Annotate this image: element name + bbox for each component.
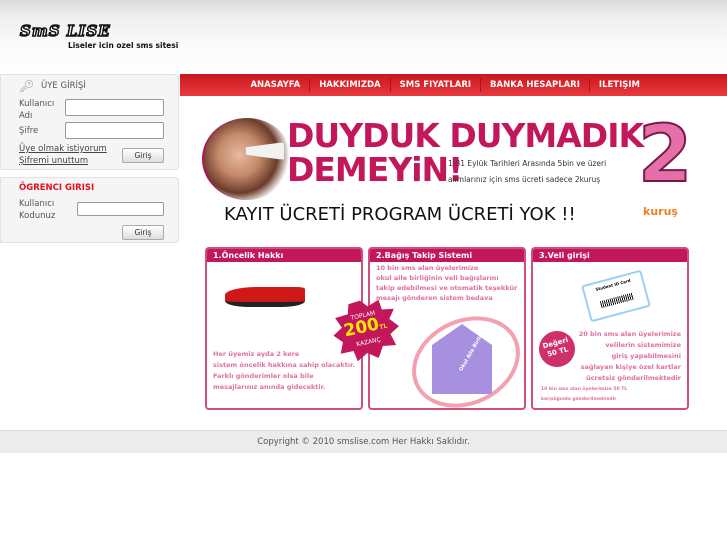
username-label: Kullanıcı Adı [19, 99, 55, 121]
student-login-button[interactable]: Giriş [122, 225, 164, 240]
banner-tagline: KAYIT ÜCRETİ PROGRAM ÜCRETİ YOK !! [224, 204, 576, 225]
card-note-line: karşılığında gönderilmektedir [541, 397, 617, 402]
register-link[interactable]: Üye olmak istiyorum [19, 144, 107, 154]
nav-sms-fiyatlari[interactable]: SMS FIYATLARI [389, 78, 480, 92]
card-text-line: velilerin sistemimize [605, 341, 681, 349]
tagline: Liseler icin ozel sms sitesi [68, 41, 179, 50]
username-input[interactable] [65, 99, 164, 116]
code-input[interactable] [77, 202, 164, 216]
member-login-title: ÜYE GİRİŞİ [41, 81, 86, 91]
badge-unit: TL [378, 322, 389, 332]
password-label: Şifre [19, 126, 39, 136]
id-card-label: Student ID Card [594, 277, 632, 292]
promo-banner: DUYDUK DUYMADIK DEMEYiN! 1-31 Eylük Tari… [200, 110, 693, 235]
card-text-line: ücretsiz gönderilmektedir [586, 374, 681, 382]
card-text-line: mesajı gönderen sistem bedava [376, 294, 493, 302]
student-login-box: ÖGRENCI GIRISI Kullanıcı Kodunuz Giriş [0, 177, 179, 243]
race-car-image [225, 287, 305, 307]
banner-sub-2: alımlarınız için sms ücreti sadece 2kuru… [448, 175, 601, 184]
card-text-line: okul aile birliğinin veli bağışlarını [376, 274, 499, 282]
card-title: 2.Bağış Takip Sistemi [370, 249, 524, 262]
student-login-title: ÖGRENCI GIRISI [19, 183, 95, 193]
id-card-image: Student ID Card [581, 269, 651, 323]
key-icon: 🔑︎ [19, 79, 35, 93]
card-text-line: mesajlarınız anında gidecektir. [213, 383, 326, 391]
footer-copyright: Copyright © 2010 smslise.com Her Hakkı S… [0, 430, 727, 453]
headline-1: DUYDUK DUYMADIK [287, 116, 644, 155]
card-text-line: 20 bin sms alan üyelerimize [578, 330, 681, 338]
forgot-password-link[interactable]: Şifremi unuttum [19, 156, 88, 166]
banner-sub-1: 1-31 Eylük Tarihleri Arasında 5bin ve üz… [448, 159, 607, 168]
card-title: 3.Veli girişi [533, 249, 687, 262]
logo[interactable]: SmS LISE [19, 21, 111, 41]
member-login-button[interactable]: Giriş [122, 148, 164, 163]
member-login-box: 🔑︎ ÜYE GİRİŞİ Kullanıcı Adı Şifre Üye ol… [0, 74, 179, 170]
main-nav: ANASAYFA HAKKIMIZDA SMS FIYATLARI BANKA … [180, 74, 727, 96]
value-badge: Değeri 50 TL [534, 326, 580, 372]
nav-hakkimizda[interactable]: HAKKIMIZDA [309, 78, 389, 92]
card-text-line: giriş yapabilmesini [611, 352, 681, 360]
card-text-line: 10 bin sms alan üyelerimize [376, 264, 479, 272]
headline-2: DEMEYiN! [287, 150, 463, 189]
card-text-line: Her üyemiz ayda 2 kere [213, 350, 300, 358]
header: SmS LISE Liseler icin ozel sms sitesi [0, 0, 727, 73]
big-unit: kuruş [643, 205, 678, 218]
card-note-line: 10 bin sms alan üyelerimize 50 TL [541, 387, 628, 392]
nav-anasayfa[interactable]: ANASAYFA [241, 78, 309, 92]
card-text-line: takip edebilmesi ve otomatik teşekkür [376, 284, 518, 292]
nav-banka-hesaplari[interactable]: BANKA HESAPLARI [480, 78, 589, 92]
card-title: 1.Öncelik Hakkı [207, 249, 361, 262]
big-number: 2 [637, 110, 693, 200]
card-text-line: Farklı gönderimler olsa bile [213, 372, 314, 380]
nav-iletisim[interactable]: ILETIŞIM [588, 78, 649, 92]
card-priority: 1.Öncelik Hakkı Her üyemiz ayda 2 kere s… [205, 247, 363, 410]
card-text-line: sistem öncelik hakkına sahip olacaktır. [213, 361, 355, 369]
password-input[interactable] [65, 122, 164, 139]
code-label: Kullanıcı Kodunuz [19, 199, 56, 221]
card-parent-login: 3.Veli girişi Student ID Card Değeri 50 … [531, 247, 689, 410]
card-text-line: sağlayan kişiye özel kartlar [580, 363, 681, 371]
